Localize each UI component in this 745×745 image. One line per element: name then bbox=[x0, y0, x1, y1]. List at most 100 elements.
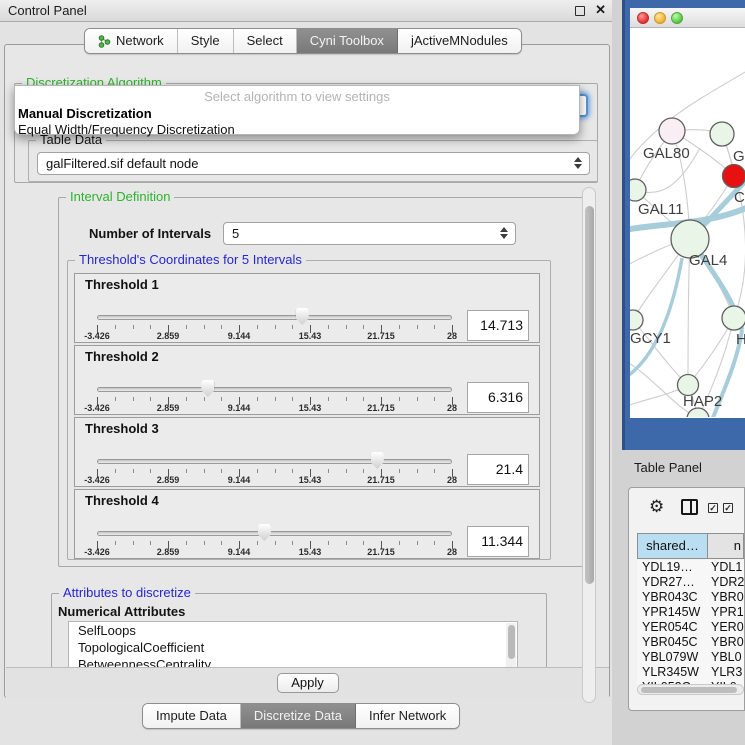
network-window: GAL80 G. C GAL11 GAL4 GCY1 H HAP2 bbox=[630, 8, 745, 418]
column-header-name[interactable]: n bbox=[708, 534, 743, 558]
threshold-3-value-field[interactable]: 21.4 bbox=[467, 454, 529, 485]
column-header-shared-name[interactable]: shared… bbox=[638, 534, 708, 558]
table-hscrollbar[interactable] bbox=[637, 684, 744, 695]
tick-mark bbox=[275, 469, 276, 473]
gear-icon[interactable]: ⚙ bbox=[649, 497, 664, 517]
node-gal11[interactable] bbox=[630, 179, 646, 201]
tick-mark bbox=[257, 397, 258, 401]
threshold-1-slider[interactable] bbox=[97, 315, 452, 320]
tick-label: 21.715 bbox=[367, 475, 395, 485]
table-row[interactable]: YBL079WYBL0 bbox=[637, 650, 744, 665]
tick-mark bbox=[133, 397, 134, 401]
node-selected-red[interactable] bbox=[723, 165, 745, 188]
cell-name[interactable]: YDL1 bbox=[707, 560, 744, 575]
table-rows: YDL19…YDL1YDR27…YDR2YBR043CYBR0YPR145WYP… bbox=[637, 560, 744, 691]
node-gcy1[interactable] bbox=[630, 310, 643, 330]
cell-name[interactable]: YDR2 bbox=[707, 575, 744, 590]
cell-shared-name[interactable]: YBL079W bbox=[637, 650, 707, 665]
table-row[interactable]: YLR345WYLR3 bbox=[637, 665, 744, 680]
tick-label: -3.426 bbox=[84, 547, 110, 557]
popup-option-equal-width-frequency[interactable]: Equal Width/Frequency Discretization bbox=[18, 122, 235, 137]
threshold-4-value-field[interactable]: 11.344 bbox=[467, 526, 529, 557]
table-data-group: Table Data galFiltered.sif default node bbox=[28, 140, 598, 182]
table-row[interactable]: YPR145WYPR1 bbox=[637, 605, 744, 620]
attribute-list-item[interactable]: SelfLoops bbox=[69, 622, 517, 639]
node-gal80[interactable] bbox=[659, 118, 685, 144]
table-row[interactable]: YDR27…YDR2 bbox=[637, 575, 744, 590]
cell-name[interactable]: YBR0 bbox=[707, 635, 744, 650]
cell-name[interactable]: YBR0 bbox=[707, 590, 744, 605]
node-top-right[interactable] bbox=[710, 122, 734, 146]
tick-mark bbox=[221, 325, 222, 329]
table-data-combobox[interactable]: galFiltered.sif default node bbox=[37, 152, 590, 175]
tab-jactivemnodules[interactable]: jActiveMNodules bbox=[398, 29, 521, 53]
number-of-intervals-combobox[interactable]: 5 bbox=[223, 222, 516, 245]
close-traffic-light[interactable] bbox=[637, 12, 649, 24]
cell-shared-name[interactable]: YDR27… bbox=[637, 575, 707, 590]
tick-mark bbox=[417, 325, 418, 329]
tab-infer-network[interactable]: Infer Network bbox=[356, 704, 459, 728]
tick-label: 15.43 bbox=[299, 547, 322, 557]
threshold-2-slider[interactable] bbox=[97, 387, 452, 392]
tab-discretize-data[interactable]: Discretize Data bbox=[241, 704, 356, 728]
tick-mark bbox=[133, 469, 134, 473]
popup-option-manual-discretization[interactable]: Manual Discretization bbox=[18, 106, 152, 121]
zoom-traffic-light[interactable] bbox=[671, 12, 683, 24]
cell-shared-name[interactable]: YDL19… bbox=[637, 560, 707, 575]
slider-tick-labels: -3.4262.8599.14415.4321.71528 bbox=[97, 547, 452, 558]
table-hscrollbar-thumb[interactable] bbox=[641, 687, 737, 693]
attribute-list-item[interactable]: TopologicalCoefficient bbox=[69, 639, 517, 656]
apply-button[interactable]: Apply bbox=[277, 673, 339, 693]
threshold-3-slider[interactable] bbox=[97, 459, 452, 464]
slider-thumb[interactable] bbox=[258, 524, 271, 541]
slider-thumb[interactable] bbox=[201, 380, 214, 397]
tick-mark bbox=[399, 541, 400, 545]
tick-mark bbox=[399, 469, 400, 473]
node-table: shared… n YDL19…YDL1YDR27…YDR2YBR043CYBR… bbox=[637, 533, 744, 702]
tab-cyni-toolbox[interactable]: Cyni Toolbox bbox=[297, 29, 398, 53]
threshold-4-slider[interactable] bbox=[97, 531, 452, 536]
table-row[interactable]: YBR045CYBR0 bbox=[637, 635, 744, 650]
threshold-1-value-field[interactable]: 14.713 bbox=[467, 310, 529, 341]
tick-mark bbox=[221, 469, 222, 473]
tick-label: 15.43 bbox=[299, 403, 322, 413]
threshold-2-value-field[interactable]: 6.316 bbox=[467, 382, 529, 413]
pane-scrollbar[interactable] bbox=[582, 187, 596, 703]
minimize-traffic-light[interactable] bbox=[654, 12, 666, 24]
tick-mark bbox=[346, 397, 347, 401]
cell-name[interactable]: YLR3 bbox=[707, 665, 744, 680]
tab-style[interactable]: Style bbox=[178, 29, 234, 53]
cell-shared-name[interactable]: YBR043C bbox=[637, 590, 707, 605]
list-scrollbar[interactable] bbox=[506, 623, 516, 667]
tick-label: 9.144 bbox=[228, 331, 251, 341]
threshold-2-panel: Threshold 2 -3.4262.8599.14415.4321.7152… bbox=[74, 345, 540, 415]
network-canvas[interactable]: GAL80 G. C GAL11 GAL4 GCY1 H HAP2 bbox=[630, 28, 745, 417]
node-right-mid[interactable] bbox=[722, 306, 745, 330]
tab-select[interactable]: Select bbox=[234, 29, 297, 53]
cell-shared-name[interactable]: YLR345W bbox=[637, 665, 707, 680]
table-row[interactable]: YBR043CYBR0 bbox=[637, 590, 744, 605]
tab-network[interactable]: Network bbox=[85, 29, 178, 53]
cell-name[interactable]: YER0 bbox=[707, 620, 744, 635]
table-row[interactable]: YDL19…YDL1 bbox=[637, 560, 744, 575]
table-row[interactable]: YER054CYER0 bbox=[637, 620, 744, 635]
slider-thumb[interactable] bbox=[371, 452, 384, 469]
pane-scrollbar-thumb[interactable] bbox=[585, 206, 594, 584]
close-icon[interactable]: ✕ bbox=[595, 2, 606, 18]
split-columns-icon[interactable] bbox=[681, 499, 698, 515]
checked-checkbox-icon[interactable]: ✓ bbox=[708, 503, 718, 513]
float-window-icon[interactable] bbox=[575, 6, 585, 16]
tick-label: 28 bbox=[447, 403, 457, 413]
cell-shared-name[interactable]: YER054C bbox=[637, 620, 707, 635]
checked-checkbox-icon[interactable]: ✓ bbox=[723, 503, 733, 513]
tick-mark bbox=[363, 397, 364, 401]
cell-shared-name[interactable]: YBR045C bbox=[637, 635, 707, 650]
cell-name[interactable]: YBL0 bbox=[707, 650, 744, 665]
tick-mark bbox=[417, 541, 418, 545]
table-panel: ⚙ ✓ ✓ shared… n YDL19…YDL1YDR27…YDR2YBR0… bbox=[628, 487, 745, 711]
cell-name[interactable]: YPR1 bbox=[707, 605, 744, 620]
slider-thumb[interactable] bbox=[296, 308, 309, 325]
cell-shared-name[interactable]: YPR145W bbox=[637, 605, 707, 620]
numerical-attributes-list[interactable]: SelfLoopsTopologicalCoefficientBetweenne… bbox=[68, 621, 518, 668]
tab-impute-data[interactable]: Impute Data bbox=[143, 704, 241, 728]
